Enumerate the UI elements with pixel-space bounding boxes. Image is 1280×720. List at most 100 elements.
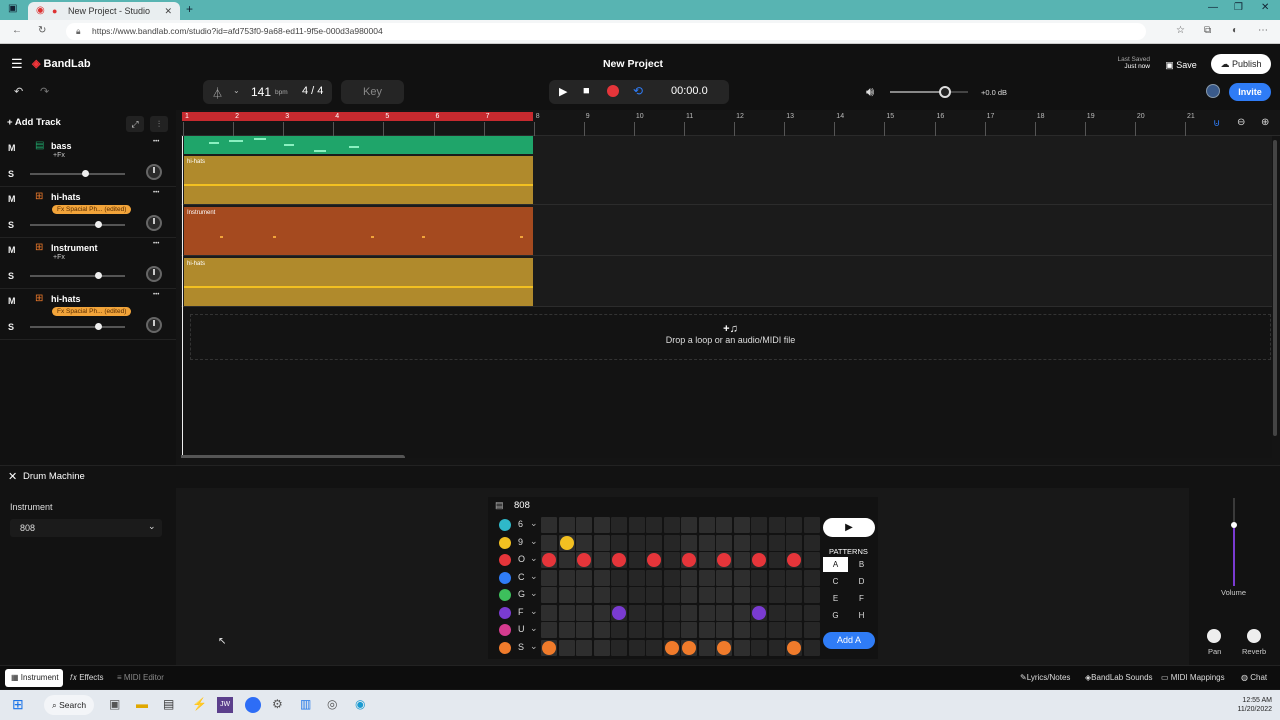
drop-zone[interactable]: +♫ Drop a loop or an audio/MIDI file: [190, 314, 1271, 360]
app-icon[interactable]: ⚡: [192, 697, 207, 711]
step-cell[interactable]: [681, 569, 697, 586]
zoom-icon[interactable]: [245, 697, 261, 713]
clap-icon[interactable]: [499, 624, 511, 636]
step-cell[interactable]: [628, 639, 645, 656]
playhead[interactable]: [182, 136, 183, 458]
closed-hat-icon[interactable]: [499, 571, 511, 584]
step-cell[interactable]: [541, 534, 557, 551]
step-cell[interactable]: [576, 587, 592, 603]
chevron-down-icon[interactable]: ⌄: [530, 518, 538, 529]
step-cell[interactable]: [576, 534, 592, 551]
step-cell[interactable]: [611, 517, 627, 533]
step-cell[interactable]: [803, 604, 820, 621]
settings-gear-icon[interactable]: ⚙: [272, 697, 283, 711]
step-cell[interactable]: [558, 569, 575, 586]
chevron-down-icon[interactable]: ⌄: [530, 536, 538, 547]
task-view-icon[interactable]: ▣: [109, 697, 120, 711]
step-cell[interactable]: [733, 639, 750, 656]
add-track-button[interactable]: + Add Track: [7, 117, 61, 128]
chat-button[interactable]: ◍ Chat: [1241, 669, 1267, 687]
step-cell[interactable]: [663, 622, 680, 638]
refresh-icon[interactable]: ↻: [38, 25, 46, 36]
solo-button[interactable]: S: [8, 169, 14, 179]
magnet-icon[interactable]: ⊍: [1213, 118, 1220, 129]
step-cell[interactable]: [751, 587, 767, 603]
step-cell[interactable]: [593, 517, 610, 533]
step-cell[interactable]: [698, 587, 715, 603]
windows-start-icon[interactable]: ⊞: [12, 696, 24, 713]
step-cell[interactable]: [558, 622, 575, 638]
row-key[interactable]: F: [518, 607, 524, 617]
step-cell[interactable]: [751, 569, 767, 586]
step-cell[interactable]: [803, 622, 820, 638]
step-cell[interactable]: [786, 534, 802, 551]
pattern-button[interactable]: H: [849, 608, 874, 623]
midi-mappings-button[interactable]: ▭ MIDI Mappings: [1161, 669, 1225, 687]
step-cell[interactable]: [768, 639, 785, 656]
step-cell[interactable]: [646, 604, 662, 621]
tab-instrument[interactable]: ▦ Instrument: [5, 669, 63, 687]
more-options-icon[interactable]: •••: [153, 139, 159, 145]
pattern-button[interactable]: F: [849, 591, 874, 606]
step-cell[interactable]: [558, 534, 575, 551]
stop-icon[interactable]: ■: [583, 85, 590, 97]
audio-region[interactable]: Instrument: [184, 207, 533, 255]
step-cell[interactable]: [681, 517, 697, 533]
clock-date[interactable]: 11/20/2022: [1232, 705, 1272, 714]
step-cell[interactable]: [681, 639, 697, 656]
step-cell[interactable]: [646, 639, 662, 656]
pan-knob[interactable]: [1207, 629, 1221, 643]
step-cell[interactable]: [681, 604, 697, 621]
step-cell[interactable]: [768, 534, 785, 551]
track-name[interactable]: hi-hats: [51, 294, 81, 304]
chevron-down-icon[interactable]: ⌄: [233, 86, 240, 95]
file-explorer-icon[interactable]: ▬: [136, 697, 148, 711]
step-cell[interactable]: [698, 569, 715, 586]
step-cell[interactable]: [541, 639, 557, 656]
metronome-icon[interactable]: ⏃: [212, 85, 223, 101]
step-cell[interactable]: [611, 604, 627, 621]
chevron-down-icon[interactable]: ⌄: [530, 553, 538, 564]
reverb-knob[interactable]: [1247, 629, 1261, 643]
row-key[interactable]: O: [518, 554, 525, 564]
speaker-icon[interactable]: 🔊︎: [866, 84, 874, 100]
step-cell[interactable]: [576, 639, 592, 656]
step-cell[interactable]: [681, 622, 697, 638]
bpm-value[interactable]: 141: [251, 85, 271, 99]
step-cell[interactable]: [593, 569, 610, 586]
track-fx[interactable]: +Fx: [53, 254, 65, 261]
chevron-down-icon[interactable]: ⌄: [530, 623, 538, 634]
step-cell[interactable]: [698, 534, 715, 551]
row-key[interactable]: 6: [518, 519, 523, 529]
step-cell[interactable]: [716, 552, 732, 568]
record-icon[interactable]: [607, 85, 619, 97]
step-cell[interactable]: [803, 569, 820, 586]
invite-button[interactable]: Invite: [1229, 83, 1271, 101]
step-cell[interactable]: [646, 552, 662, 568]
row-key[interactable]: U: [518, 624, 525, 634]
row-key[interactable]: C: [518, 572, 525, 582]
step-cell[interactable]: [593, 604, 610, 621]
step-cell[interactable]: [576, 517, 592, 533]
step-cell[interactable]: [558, 639, 575, 656]
mute-button[interactable]: M: [8, 296, 16, 306]
step-cell[interactable]: [576, 622, 592, 638]
tuner-icon[interactable]: ⫶: [150, 116, 168, 132]
solo-button[interactable]: S: [8, 322, 14, 332]
step-cell[interactable]: [716, 622, 732, 638]
zoom-out-icon[interactable]: ⊖: [1237, 117, 1245, 128]
url-field[interactable]: 🔒︎ https://www.bandlab.com/studio?id=afd…: [66, 23, 1146, 40]
step-cell[interactable]: [576, 604, 592, 621]
step-cell[interactable]: [751, 517, 767, 533]
project-title[interactable]: New Project: [540, 58, 726, 70]
edge-icon[interactable]: ◉: [355, 697, 365, 711]
automation-icon[interactable]: ⤢: [126, 116, 144, 132]
favorites-icon[interactable]: ☆: [1176, 25, 1185, 36]
step-cell[interactable]: [751, 622, 767, 638]
brand-logo[interactable]: ◈ BandLab: [32, 57, 91, 70]
browser-tab[interactable]: ◉ ● New Project - Studio ✕: [28, 2, 180, 20]
step-cell[interactable]: [558, 517, 575, 533]
step-cell[interactable]: [576, 552, 592, 568]
step-cell[interactable]: [786, 639, 802, 656]
mute-button[interactable]: M: [8, 194, 16, 204]
